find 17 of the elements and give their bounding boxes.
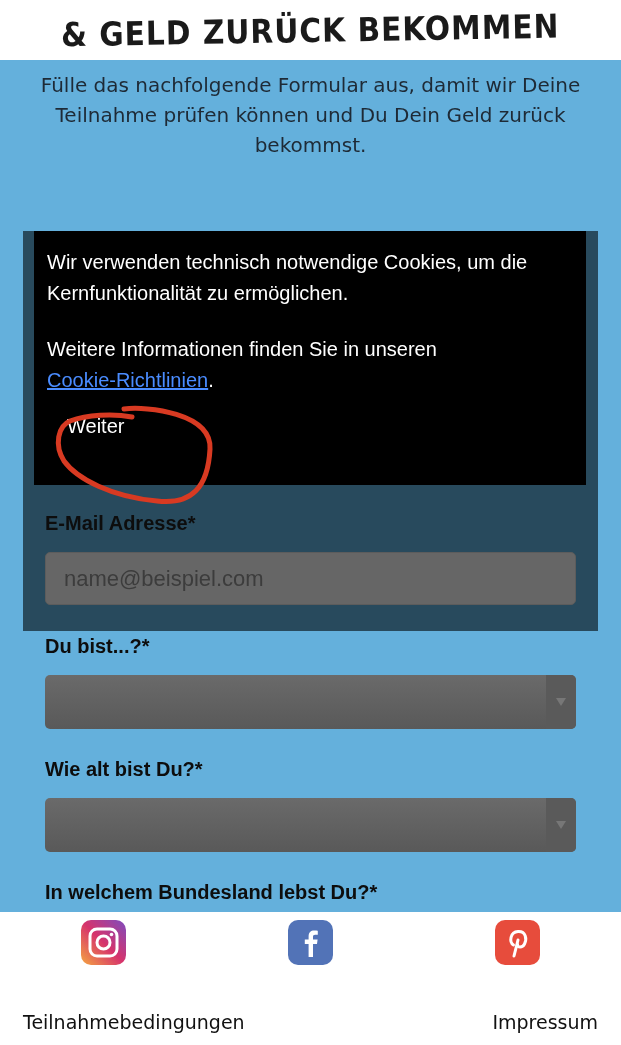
camera-icon[interactable] [81, 920, 126, 965]
continue-button[interactable]: Weiter [61, 411, 131, 442]
footer-link[interactable]: Impressum [492, 1011, 598, 1033]
intro-text: Fülle das nachfolgende Formular aus, damit wir Deine Teilnahme prüfen können und Du Dein Geld zurück bekommst. [39, 72, 582, 159]
dropdown-arrow-icon [556, 698, 566, 706]
page-title: & GELD ZURÜCK BEKOMMEN [61, 6, 560, 54]
field-label: In welchem Bundesland lebst Du?* [45, 880, 378, 904]
dropdown-arrow-icon [556, 821, 566, 829]
letter-f-icon[interactable] [288, 920, 333, 965]
field-label: Du bist...?* [45, 634, 150, 658]
letter-p-icon[interactable] [495, 920, 540, 965]
cookie-notice-text: Wir verwenden technisch notwendige Cookies, um die Kernfunktionalität zu ermöglichen. [47, 250, 529, 306]
cookie-policy-link[interactable]: Cookie-Richtlinien [47, 369, 209, 391]
field-label: Wie alt bist Du?* [45, 757, 203, 781]
cookie-info-text: Weitere Informationen finden Sie in unseren Cookie-Richtlinien. [47, 337, 438, 393]
footer-link[interactable]: Teilnahmebedingungen [23, 1011, 245, 1033]
field-label: E-Mail Adresse* [45, 511, 196, 535]
